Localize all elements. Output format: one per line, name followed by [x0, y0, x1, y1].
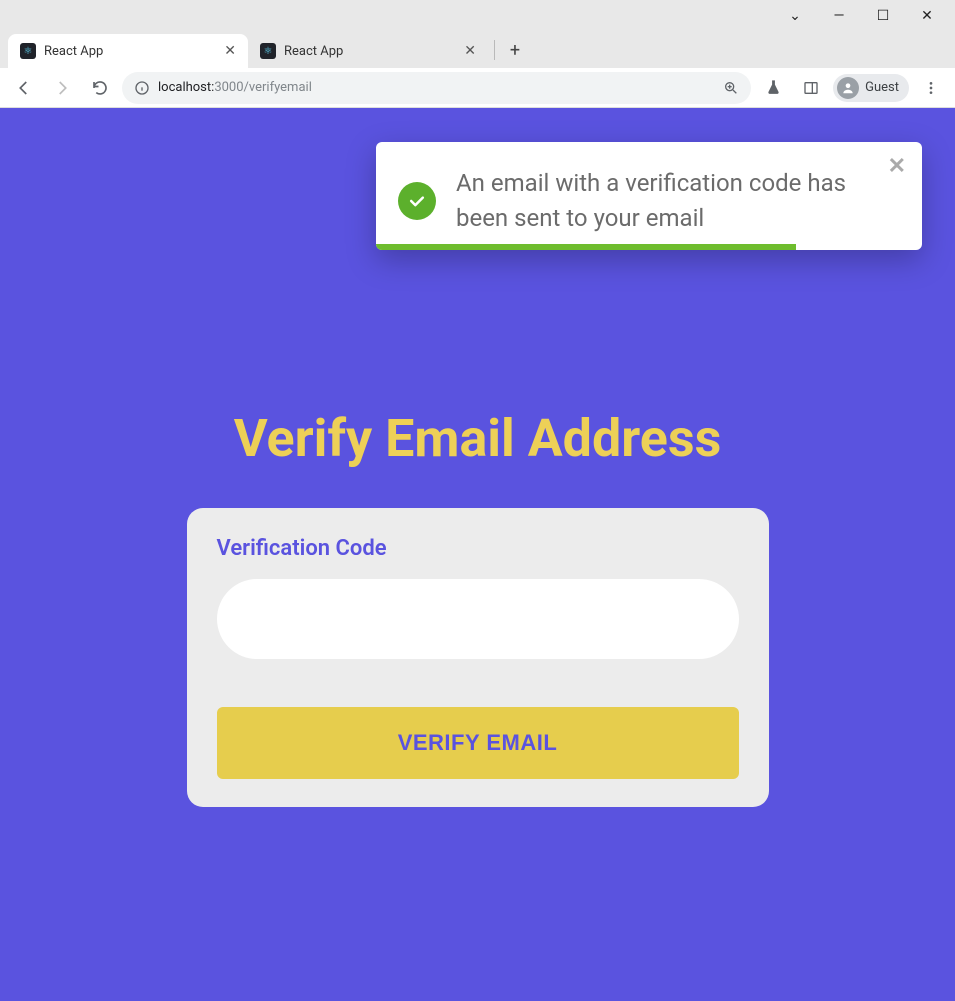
flask-icon	[765, 79, 782, 96]
arrow-left-icon	[15, 79, 33, 97]
site-info-icon[interactable]	[134, 80, 150, 96]
app-page: An email with a verification code has be…	[0, 108, 955, 1001]
window-maximize-button[interactable]: ☐	[861, 2, 905, 30]
address-bar[interactable]: localhost:3000/verifyemail	[122, 72, 751, 104]
reload-icon	[91, 79, 109, 97]
tab-strip: ⚛ React App ✕ ⚛ React App ✕ +	[0, 32, 955, 68]
back-button[interactable]	[8, 72, 40, 104]
react-favicon-icon: ⚛	[20, 43, 36, 59]
profile-label: Guest	[865, 80, 899, 95]
panel-icon	[803, 80, 819, 96]
chrome-menu-button[interactable]	[915, 72, 947, 104]
labs-button[interactable]	[757, 72, 789, 104]
window-titlebar: ⌄ — ☐ ✕	[0, 0, 955, 32]
kebab-icon	[923, 80, 939, 96]
tab-divider	[494, 40, 495, 60]
check-circle-icon	[398, 182, 436, 220]
field-label: Verification Code	[217, 536, 739, 561]
verify-card: Verification Code VERIFY EMAIL	[187, 508, 769, 807]
success-toast: An email with a verification code has be…	[376, 142, 922, 250]
toast-progress-bar	[376, 244, 796, 250]
react-favicon-icon: ⚛	[260, 43, 276, 59]
browser-toolbar: localhost:3000/verifyemail Guest	[0, 68, 955, 108]
new-tab-button[interactable]: +	[501, 36, 529, 64]
tab-close-icon[interactable]: ✕	[464, 43, 476, 59]
page-title: Verify Email Address	[0, 408, 955, 469]
browser-chrome: ⌄ — ☐ ✕ ⚛ React App ✕ ⚛ React App ✕ +	[0, 0, 955, 108]
tab-close-icon[interactable]: ✕	[224, 43, 236, 59]
zoom-icon[interactable]	[723, 80, 739, 96]
url-text: localhost:3000/verifyemail	[158, 80, 312, 95]
side-panel-button[interactable]	[795, 72, 827, 104]
window-close-button[interactable]: ✕	[905, 2, 949, 30]
profile-chip[interactable]: Guest	[833, 74, 909, 102]
window-menu-button[interactable]: ⌄	[773, 2, 817, 30]
reload-button[interactable]	[84, 72, 116, 104]
browser-tab[interactable]: ⚛ React App ✕	[248, 34, 488, 68]
forward-button[interactable]	[46, 72, 78, 104]
toast-message: An email with a verification code has be…	[456, 166, 874, 236]
avatar-icon	[837, 77, 859, 99]
window-minimize-button[interactable]: —	[817, 2, 861, 30]
tab-title: React App	[284, 44, 456, 59]
arrow-right-icon	[53, 79, 71, 97]
verification-code-input[interactable]	[217, 579, 739, 659]
tab-title: React App	[44, 44, 216, 59]
browser-tab[interactable]: ⚛ React App ✕	[8, 34, 248, 68]
verify-email-button[interactable]: VERIFY EMAIL	[217, 707, 739, 779]
toast-close-button[interactable]: ✕	[888, 154, 906, 179]
